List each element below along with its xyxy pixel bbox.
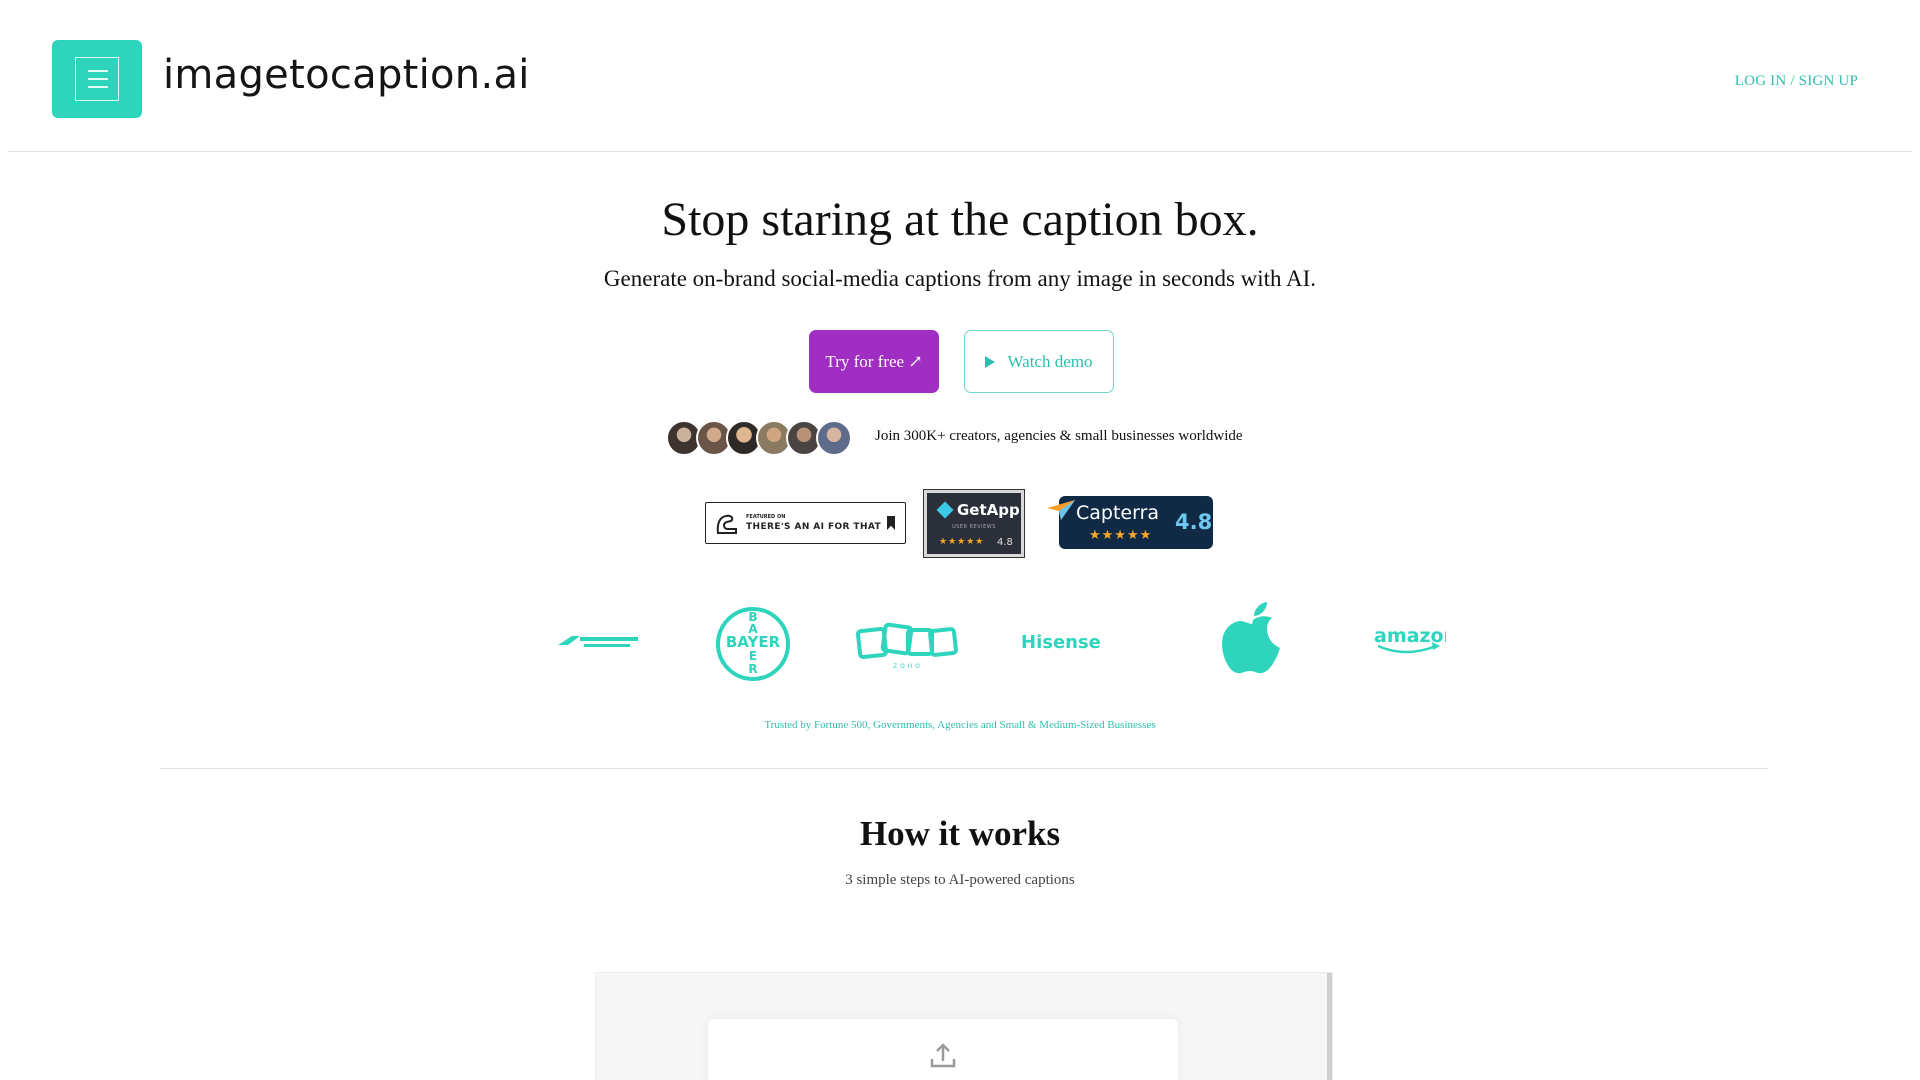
zoho-logo: ZOHO bbox=[856, 622, 958, 670]
scrollbar[interactable] bbox=[1327, 973, 1332, 1080]
bayer-letter: E bbox=[748, 649, 758, 663]
capterra-stars: ★★★★★ bbox=[1089, 527, 1153, 542]
bayer-letter: A bbox=[748, 622, 758, 636]
capterra-arrow-icon bbox=[1047, 500, 1075, 520]
try-for-free-button[interactable]: Try for free ↗ bbox=[809, 330, 939, 393]
getapp-subtitle: USER REVIEWS bbox=[952, 524, 996, 530]
avatar bbox=[816, 420, 852, 456]
hero-subtitle: Generate on-brand social-media captions … bbox=[603, 266, 1317, 291]
trusted-by-text: Trusted by Fortune 500, Governments, Age… bbox=[764, 719, 1156, 731]
apple-logo bbox=[1222, 602, 1280, 674]
capterra-badge[interactable]: Capterra ★★★★★ 4.8 bbox=[1047, 496, 1213, 549]
menu-lines-icon bbox=[75, 57, 119, 101]
hisense-wordmark: Hisense bbox=[1021, 632, 1101, 653]
theres-an-ai-for-that-badge[interactable]: FEATURED ON THERE'S AN AI FOR THAT bbox=[705, 502, 906, 544]
social-proof-text: Join 300K+ creators, agencies & small bu… bbox=[875, 428, 1243, 444]
hero-title: Stop staring at the caption box. bbox=[661, 193, 1259, 246]
air-india-logo bbox=[558, 636, 638, 647]
capterra-rating: 4.8 bbox=[1175, 510, 1213, 534]
play-icon bbox=[985, 355, 996, 368]
flexed-arm-icon bbox=[716, 514, 737, 534]
upload-card[interactable] bbox=[708, 1019, 1178, 1080]
capterra-name: Capterra bbox=[1076, 502, 1160, 524]
getapp-diamond-icon bbox=[936, 501, 954, 519]
featured-on-label: FEATURED ON bbox=[746, 514, 786, 520]
getapp-stars: ★★★★★ bbox=[939, 536, 985, 546]
getapp-name: GetApp bbox=[957, 501, 1020, 519]
amazon-logo: amazon bbox=[1374, 625, 1446, 654]
section-divider bbox=[160, 768, 1768, 769]
upload-icon bbox=[930, 1043, 956, 1068]
user-avatars bbox=[666, 420, 852, 456]
how-it-works-title: How it works bbox=[859, 814, 1061, 853]
bookmark-icon bbox=[887, 516, 895, 530]
getapp-rating: 4.8 bbox=[997, 537, 1013, 548]
watch-demo-button[interactable]: Watch demo bbox=[964, 330, 1114, 393]
zoho-wordmark: ZOHO bbox=[893, 663, 923, 670]
site-header: imagetocaption.ai LOG IN / SIGN UP bbox=[8, 0, 1912, 152]
hisense-logo: Hisense bbox=[1021, 632, 1101, 653]
watch-demo-label: Watch demo bbox=[1007, 351, 1093, 371]
how-it-works-subtitle: 3 simple steps to AI-powered captions bbox=[845, 872, 1075, 888]
aift-name: THERE'S AN AI FOR THAT bbox=[746, 522, 882, 532]
getapp-badge[interactable]: GetApp USER REVIEWS ★★★★★ 4.8 bbox=[923, 489, 1025, 558]
brand-name[interactable]: imagetocaption.ai bbox=[163, 52, 530, 98]
login-signup-link[interactable]: LOG IN / SIGN UP bbox=[1735, 73, 1858, 90]
try-for-free-label: Try for free ↗ bbox=[825, 351, 923, 371]
client-logos: BAYER B A E R ZOHO Hisense amazon bbox=[0, 602, 1920, 682]
bayer-logo: BAYER B A E R bbox=[716, 607, 790, 681]
demo-preview bbox=[595, 972, 1333, 1080]
bayer-letter: R bbox=[748, 662, 758, 676]
logo-icon[interactable] bbox=[52, 40, 142, 118]
